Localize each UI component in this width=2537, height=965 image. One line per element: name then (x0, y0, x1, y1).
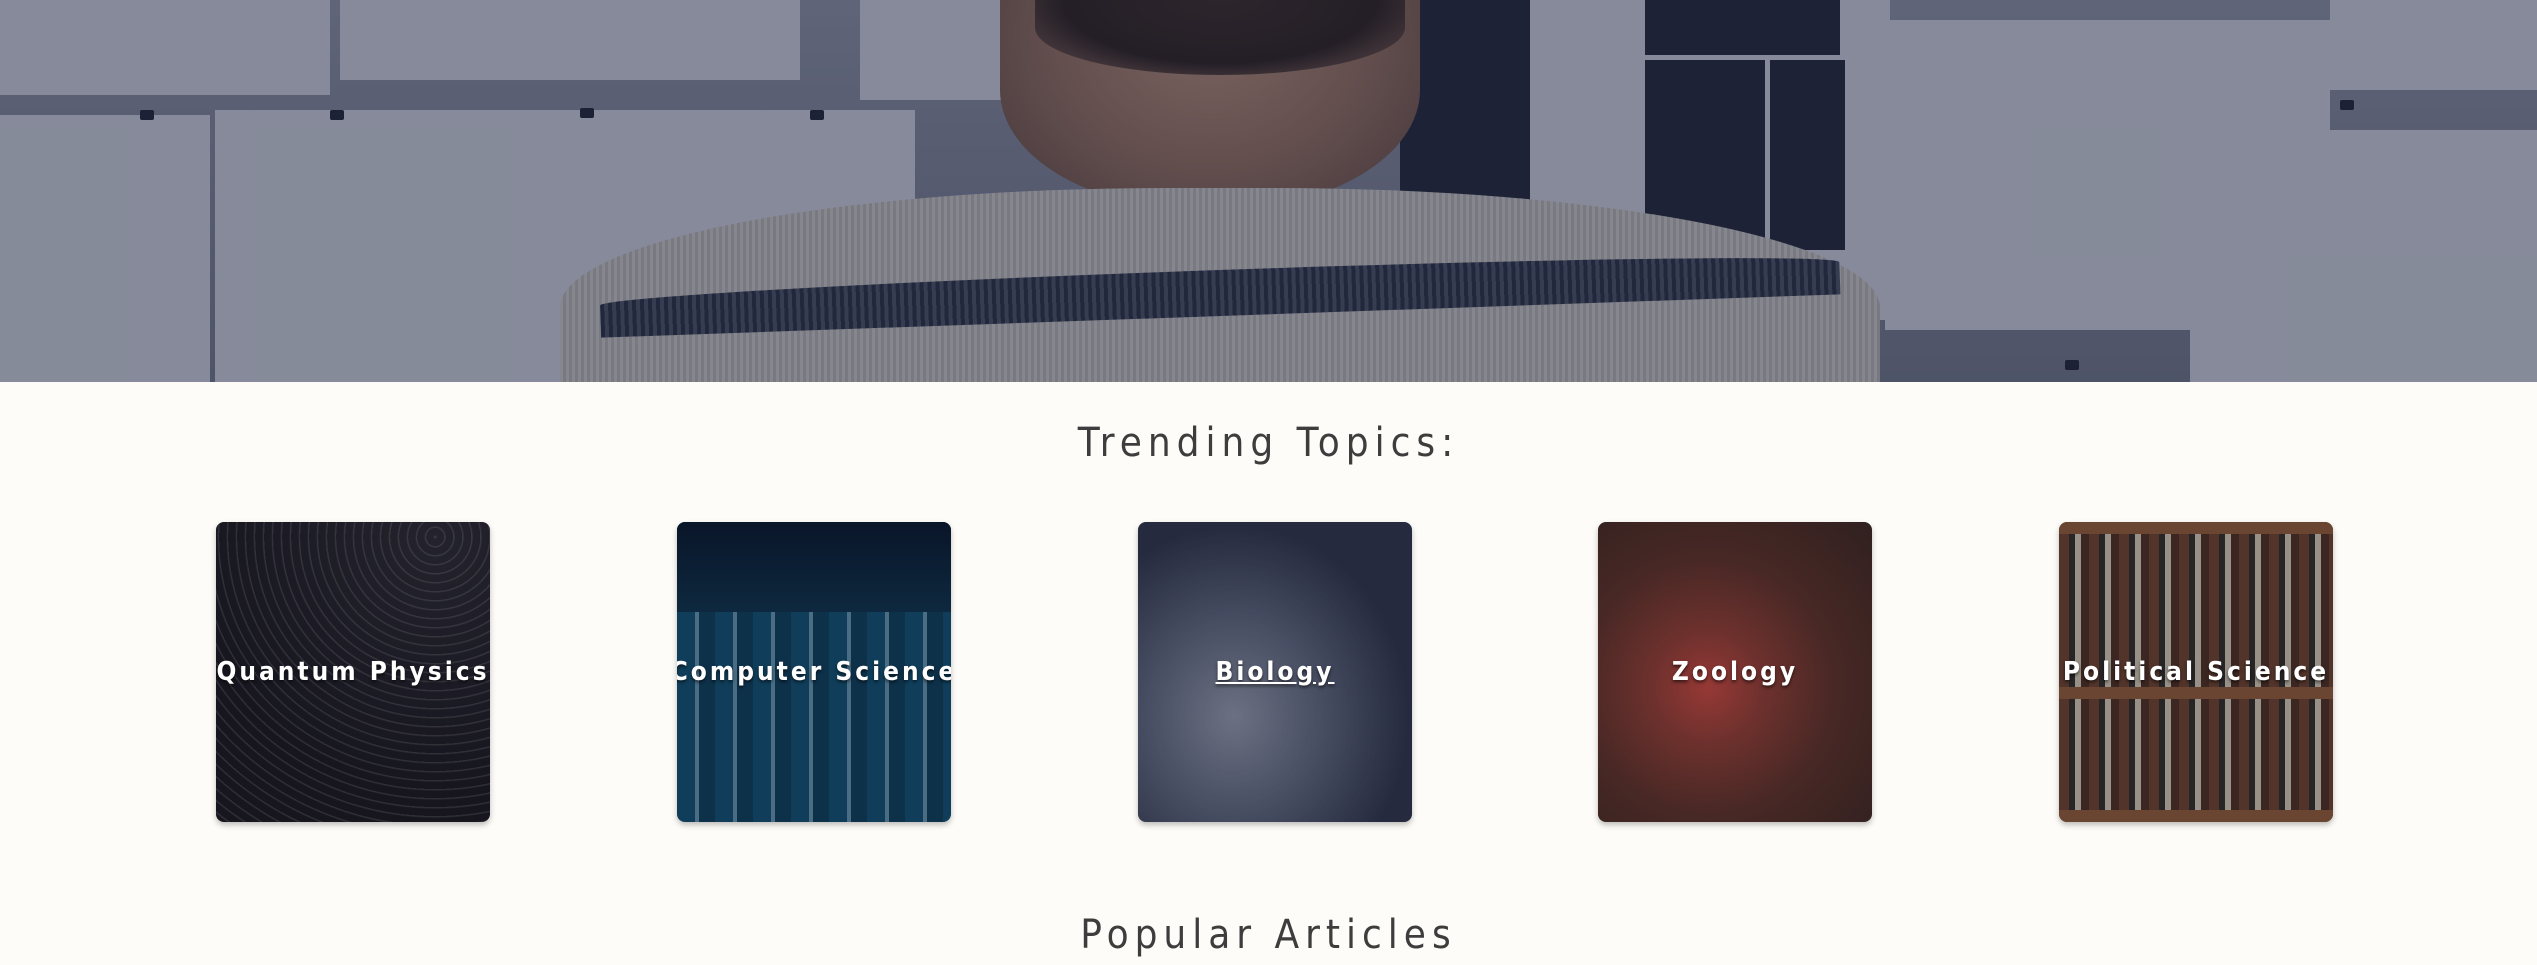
topic-card-biology[interactable]: Biology (1138, 522, 1412, 822)
topic-card-label: Biology (1215, 657, 1335, 687)
topic-card-computer-science[interactable]: Computer Science (677, 522, 951, 822)
topic-card-zoology[interactable]: Zoology (1598, 522, 1872, 822)
popular-articles-heading: Popular Articles (1080, 912, 1457, 958)
topic-card-label: Quantum Physics (216, 657, 490, 687)
topic-card-label: Political Science (2062, 657, 2330, 687)
trending-topics-list: Quantum Physics Computer Science Biology… (0, 522, 2537, 822)
topic-card-label: Computer Science (677, 657, 951, 687)
topic-card-label: Zoology (1671, 657, 1799, 687)
topic-card-political-science[interactable]: Political Science (2059, 522, 2333, 822)
trending-topics-heading: Trending Topics: (1077, 420, 1460, 466)
topic-card-quantum-physics[interactable]: Quantum Physics (216, 522, 490, 822)
hero-banner (0, 0, 2537, 382)
